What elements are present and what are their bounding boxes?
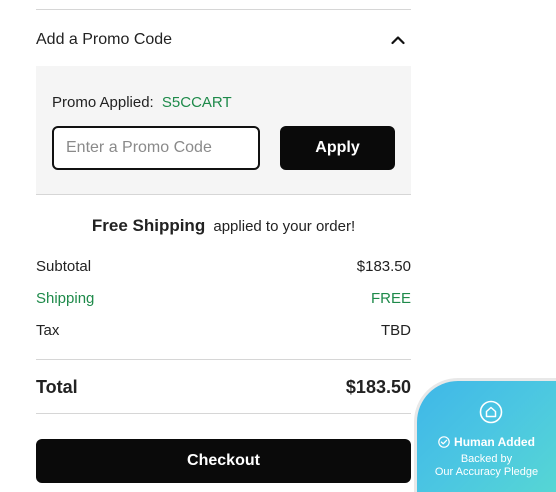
promo-code-panel: Promo Applied: S5CCART Apply <box>36 66 411 195</box>
free-shipping-text: applied to your order! <box>213 218 356 235</box>
total-divider <box>36 413 411 414</box>
pledge-line-1: Backed by <box>460 453 513 465</box>
promo-code-title: Add a Promo Code <box>36 31 173 48</box>
apply-button[interactable]: Apply <box>280 126 395 170</box>
human-added-label: Human Added <box>417 435 556 449</box>
shipping-label: Shipping <box>36 290 95 307</box>
pledge-line-2: Our Accuracy Pledge <box>434 466 539 478</box>
home-icon <box>479 400 503 424</box>
human-added-text: Human Added <box>454 435 535 449</box>
shipping-value: FREE <box>370 290 411 307</box>
checkout-button[interactable]: Checkout <box>36 439 411 483</box>
promo-code-input[interactable] <box>52 126 260 170</box>
accuracy-pledge-badge[interactable]: Human Added Backed by Our Accuracy Pledg… <box>414 378 556 492</box>
check-circle-icon <box>438 436 450 448</box>
subtotal-row: Subtotal $183.50 <box>36 258 411 275</box>
top-divider <box>36 9 411 10</box>
subtotal-label: Subtotal <box>36 258 92 275</box>
promo-code-toggle[interactable]: Add a Promo Code <box>36 24 411 56</box>
summary-divider <box>36 359 411 360</box>
promo-applied-code: S5CCART <box>161 94 232 111</box>
promo-applied-label: Promo Applied: <box>52 94 154 111</box>
total-row: Total $183.50 <box>36 377 411 398</box>
tax-row: Tax TBD <box>36 322 411 339</box>
free-shipping-banner: Free Shipping applied to your order! <box>36 216 411 236</box>
shipping-row: Shipping FREE <box>36 290 411 307</box>
chevron-up-icon[interactable] <box>391 33 405 47</box>
subtotal-value: $183.50 <box>356 258 411 275</box>
total-label: Total <box>36 377 78 397</box>
free-shipping-bold: Free Shipping <box>91 216 206 235</box>
promo-applied-text: Promo Applied: S5CCART <box>52 94 232 111</box>
total-value: $183.50 <box>345 377 411 397</box>
tax-value: TBD <box>381 322 411 339</box>
tax-label: Tax <box>36 322 60 339</box>
